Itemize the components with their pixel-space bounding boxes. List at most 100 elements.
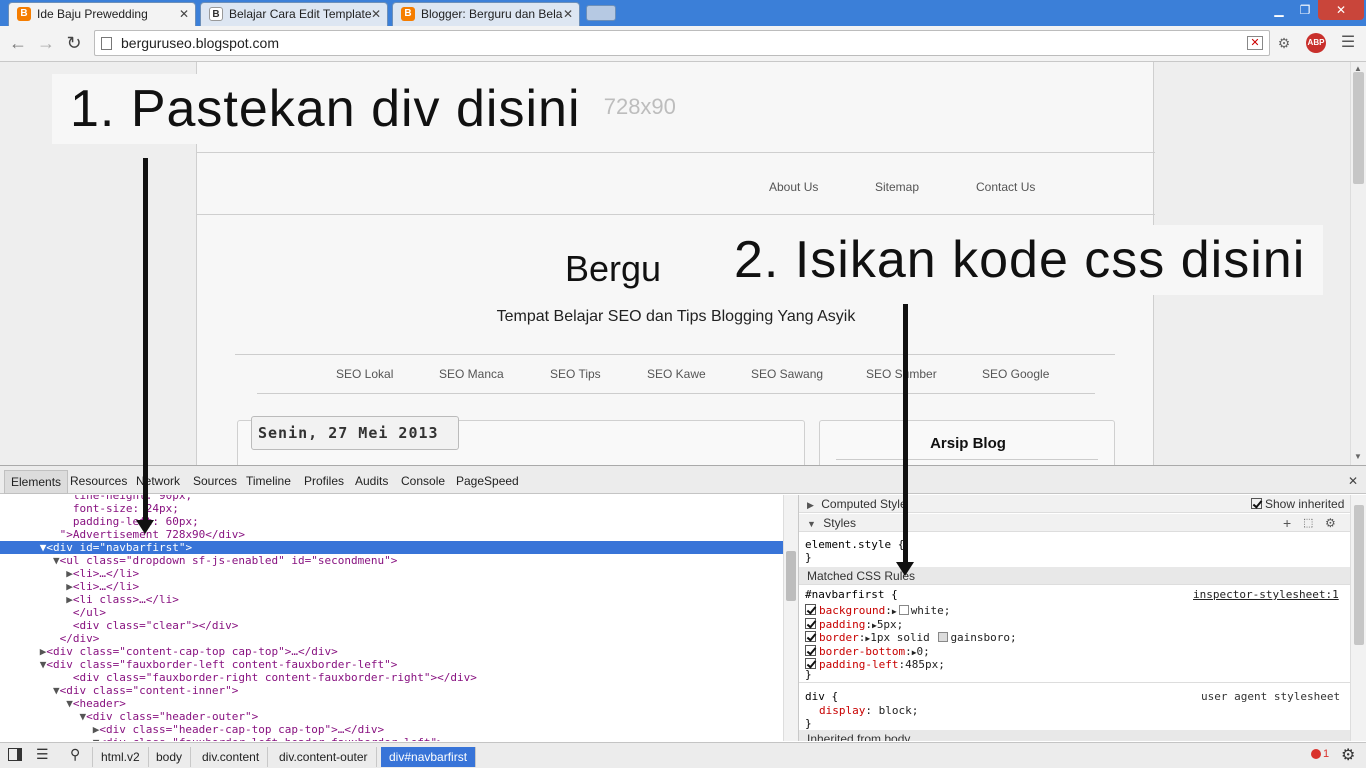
tab-resources[interactable]: Resources	[70, 474, 127, 488]
window-close-icon[interactable]: ✕	[1318, 0, 1364, 20]
collapse-triangle-icon[interactable]: ▼	[66, 697, 73, 710]
tab-elements[interactable]: Elements	[4, 470, 69, 494]
menu-seo-google[interactable]: SEO Google	[982, 367, 1049, 381]
breadcrumb-div-content[interactable]: div.content	[194, 747, 269, 767]
elements-scrollbar[interactable]	[783, 495, 798, 741]
back-icon[interactable]: ←	[8, 33, 28, 53]
dom-node[interactable]: ▼<div class="fauxborder-left header-faux…	[0, 736, 783, 741]
breadcrumb-div-content-outer[interactable]: div.content-outer	[271, 747, 377, 767]
show-inherited-checkbox[interactable]	[1251, 498, 1265, 511]
menu-seo-tips[interactable]: SEO Tips	[550, 367, 601, 381]
page-scrollbar[interactable]: ▲ ▼	[1350, 62, 1366, 465]
breadcrumb-div-navbarfirst[interactable]: div#navbarfirst	[381, 747, 477, 767]
tab-pagespeed[interactable]: PageSpeed	[456, 474, 519, 488]
dom-node[interactable]: font-size: 24px;	[0, 502, 783, 515]
declaration-checkbox[interactable]	[805, 644, 816, 656]
tab-audits[interactable]: Audits	[355, 474, 388, 488]
menu-about-us[interactable]: About Us	[769, 180, 818, 194]
adblock-plus-icon[interactable]: ABP	[1306, 33, 1326, 53]
console-drawer-icon[interactable]: ☰	[36, 746, 49, 763]
dom-node[interactable]: ▼<div class="content-inner">	[0, 684, 783, 697]
dom-node[interactable]: </ul>	[0, 606, 783, 619]
reload-icon[interactable]: ↻	[64, 33, 84, 53]
color-swatch[interactable]	[938, 632, 949, 642]
rule-source-link[interactable]: inspector-stylesheet:1	[1193, 588, 1339, 601]
expand-triangle-icon[interactable]: ▶	[66, 580, 73, 593]
dom-node[interactable]: padding-left: 60px;	[0, 515, 783, 528]
search-icon[interactable]: ⚲	[70, 746, 80, 763]
css-declaration[interactable]: padding:▶5px;	[805, 617, 904, 631]
expand-triangle-icon[interactable]: ▶	[892, 607, 897, 616]
breadcrumb-body[interactable]: body	[148, 747, 192, 767]
menu-seo-sawang[interactable]: SEO Sawang	[751, 367, 823, 381]
tab-profiles[interactable]: Profiles	[304, 474, 344, 488]
gear-extension-icon[interactable]: ⚙	[1274, 33, 1294, 53]
devtools-close-icon[interactable]: ✕	[1348, 474, 1358, 488]
menu-icon[interactable]: ☰	[1338, 33, 1358, 53]
property-value[interactable]: 485px;	[905, 658, 945, 671]
dom-node[interactable]: ▼<div class="fauxborder-left content-fau…	[0, 658, 783, 671]
dom-node[interactable]: ">Advertisement 728x90</div>	[0, 528, 783, 541]
restore-icon[interactable]: ❐	[1292, 0, 1318, 20]
dom-node[interactable]: ▶<li>…</li>	[0, 580, 783, 593]
elements-tree[interactable]: line-height: 90px; font-size: 24px; padd…	[0, 495, 783, 741]
tab-close-icon[interactable]: ✕	[563, 3, 573, 25]
styles-scrollbar[interactable]	[1350, 495, 1366, 741]
styles-section[interactable]: ▼ Styles + ⬚ ⚙	[799, 514, 1350, 532]
scrollbar-thumb[interactable]	[1353, 72, 1364, 184]
dom-node[interactable]: ▼<ul class="dropdown sf-js-enabled" id="…	[0, 554, 783, 567]
declaration-checkbox[interactable]	[805, 631, 816, 642]
dom-node-selected[interactable]: ▼<div id="navbarfirst">	[0, 541, 783, 554]
dom-node[interactable]: ▶<div class="header-cap-top cap-top">…</…	[0, 723, 783, 736]
error-icon[interactable]	[1311, 749, 1321, 759]
menu-contact-us[interactable]: Contact Us	[976, 180, 1035, 194]
expand-triangle-icon[interactable]: ▶	[66, 567, 73, 580]
menu-sitemap[interactable]: Sitemap	[875, 180, 919, 194]
dom-node[interactable]: ▶<li class>…</li>	[0, 593, 783, 606]
expand-triangle-icon[interactable]: ▶	[66, 593, 73, 606]
tab-belajar-cara-edit-template[interactable]: B Belajar Cara Edit Template ✕	[200, 2, 388, 26]
menu-seo-sumber[interactable]: SEO Sumber	[866, 367, 937, 381]
element-style-selector[interactable]: element.style {	[805, 538, 904, 551]
scroll-down-icon[interactable]: ▼	[1354, 452, 1362, 461]
property-value[interactable]: gainsboro;	[950, 631, 1016, 644]
breadcrumb-html[interactable]: html.v2	[92, 747, 149, 767]
dom-node[interactable]: </div>	[0, 632, 783, 645]
add-rule-icon[interactable]: +	[1283, 514, 1291, 532]
dom-node[interactable]: line-height: 90px;	[0, 495, 783, 502]
collapse-triangle-icon[interactable]: ▼	[53, 554, 60, 567]
dom-node[interactable]: ▼<div class="header-outer">	[0, 710, 783, 723]
declaration-checkbox[interactable]	[805, 604, 816, 615]
property-value[interactable]: 5px;	[877, 618, 904, 631]
popup-blocked-icon[interactable]: ✕	[1247, 36, 1263, 50]
tab-blogger-berguru[interactable]: B Blogger: Berguru dan Bela ✕	[392, 2, 580, 26]
show-inherited-toggle[interactable]: Show inherited	[1251, 495, 1344, 513]
tab-close-icon[interactable]: ✕	[371, 3, 381, 25]
dom-node[interactable]: ▶<div class="content-cap-top cap-top">…<…	[0, 645, 783, 658]
dom-node[interactable]: <div class="fauxborder-right content-fau…	[0, 671, 783, 684]
toggle-element-state-icon[interactable]: ⬚	[1303, 514, 1313, 532]
menu-seo-manca[interactable]: SEO Manca	[439, 367, 504, 381]
address-bar[interactable]: berguruseo.blogspot.com ✕	[94, 30, 1270, 56]
tab-timeline[interactable]: Timeline	[246, 474, 291, 488]
dom-node[interactable]: ▼<header>	[0, 697, 783, 710]
minimize-icon[interactable]: ▁	[1266, 0, 1292, 20]
tab-close-icon[interactable]: ✕	[179, 3, 189, 25]
dock-icon[interactable]	[8, 748, 22, 761]
devtools-settings-icon[interactable]: ⚙	[1341, 745, 1355, 765]
dom-node[interactable]: ▶<li>…</li>	[0, 567, 783, 580]
new-tab-button[interactable]	[586, 5, 616, 21]
collapse-triangle-icon[interactable]: ▼	[53, 684, 60, 697]
scrollbar-thumb[interactable]	[786, 551, 796, 601]
menu-seo-lokal[interactable]: SEO Lokal	[336, 367, 393, 381]
css-declaration[interactable]: border:▶1px solid gainsboro;	[805, 631, 1017, 644]
css-declaration[interactable]: border-bottom:▶0;	[805, 644, 930, 658]
tab-console[interactable]: Console	[401, 474, 445, 488]
property-value[interactable]: white;	[911, 604, 951, 617]
color-swatch[interactable]	[898, 605, 909, 615]
scrollbar-thumb[interactable]	[1354, 505, 1364, 645]
rule-selector[interactable]: #navbarfirst {	[805, 588, 898, 601]
property-value[interactable]: 0;	[917, 645, 930, 658]
property-value[interactable]: 1px solid	[870, 631, 936, 644]
computed-style-section[interactable]: ▶ Computed Style Show inherited	[799, 495, 1350, 513]
